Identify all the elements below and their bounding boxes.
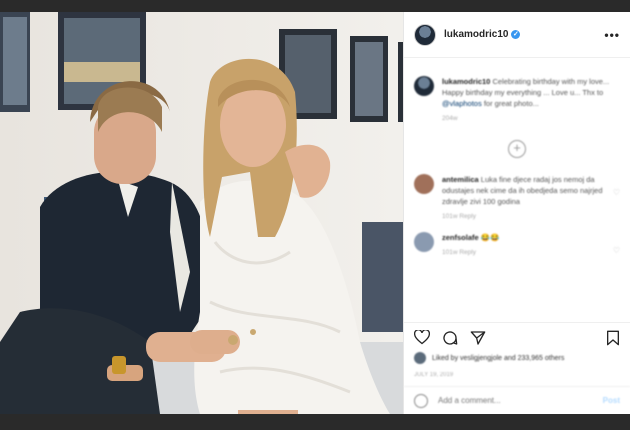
post-date: JULY 19, 2019 — [414, 372, 454, 378]
comment-avatar[interactable] — [414, 232, 434, 252]
comment-meta[interactable]: 101w Reply — [442, 249, 607, 256]
heart-icon[interactable] — [414, 330, 430, 345]
comment-avatar[interactable] — [414, 174, 434, 194]
post-comment-button[interactable]: Post — [603, 396, 620, 405]
post-photo[interactable] — [0, 12, 403, 414]
add-comment-bar: Post — [404, 386, 630, 414]
likes-text: Liked by vesligjengjole and 233,965 othe… — [432, 354, 565, 362]
load-more-comments-button[interactable]: + — [508, 140, 526, 158]
caption-item: lukamodric10 Celebrating birthday with m… — [404, 72, 630, 130]
more-options-button[interactable]: ••• — [604, 28, 620, 42]
comment-like-icon[interactable]: ♡ — [613, 188, 620, 197]
post-header: lukamodric10 ✓ ••• — [404, 12, 630, 58]
instagram-post: lukamodric10 ✓ ••• lukamodric10 Celebrati… — [0, 12, 630, 414]
username-text: lukamodric10 — [444, 29, 509, 40]
comment-like-icon[interactable]: ♡ — [613, 246, 620, 255]
caption-avatar[interactable] — [414, 76, 434, 96]
share-icon[interactable] — [470, 330, 486, 346]
caption-meta: 204w — [442, 115, 458, 122]
emoji-icon[interactable] — [414, 393, 428, 408]
comment-username[interactable]: antemilica — [442, 175, 479, 184]
add-comment-input[interactable] — [438, 396, 568, 405]
username-link[interactable]: lukamodric10 ✓ — [444, 29, 521, 40]
comment-text: antemilica Luka fine djece radaj jos nem… — [442, 174, 607, 207]
post-sidebar: lukamodric10 ✓ ••• lukamodric10 Celebrati… — [403, 12, 630, 414]
user-avatar[interactable] — [414, 23, 436, 46]
caption-mention[interactable]: @vlaphotos — [442, 99, 482, 108]
comment-username[interactable]: zenfsolafe — [442, 233, 479, 242]
caption-text: lukamodric10 Celebrating birthday with m… — [442, 76, 620, 109]
comment-meta[interactable]: 101w Reply — [442, 213, 607, 220]
comment-icon[interactable] — [442, 330, 458, 346]
comment-item: zenfsolafe 😂😂 101w Reply ♡ — [404, 228, 630, 264]
bookmark-icon[interactable] — [606, 330, 620, 346]
load-more-row: + — [404, 130, 630, 170]
comment-item: antemilica Luka fine djece radaj jos nem… — [404, 170, 630, 228]
likes-summary[interactable]: Liked by vesligjengjole and 233,965 othe… — [414, 352, 624, 364]
liker-avatar — [414, 352, 426, 364]
caption-tail: for great photo... — [483, 99, 539, 108]
comment-emoji-icon: 😂😂 — [480, 233, 500, 242]
action-bar — [404, 322, 630, 352]
comments-list: lukamodric10 Celebrating birthday with m… — [404, 72, 630, 318]
screenshot-frame: lukamodric10 ✓ ••• lukamodric10 Celebrati… — [0, 0, 630, 430]
verified-badge-icon: ✓ — [511, 29, 521, 39]
comment-text: zenfsolafe 😂😂 — [442, 232, 607, 243]
post-photo-image — [0, 12, 403, 414]
caption-username[interactable]: lukamodric10 — [442, 77, 490, 86]
